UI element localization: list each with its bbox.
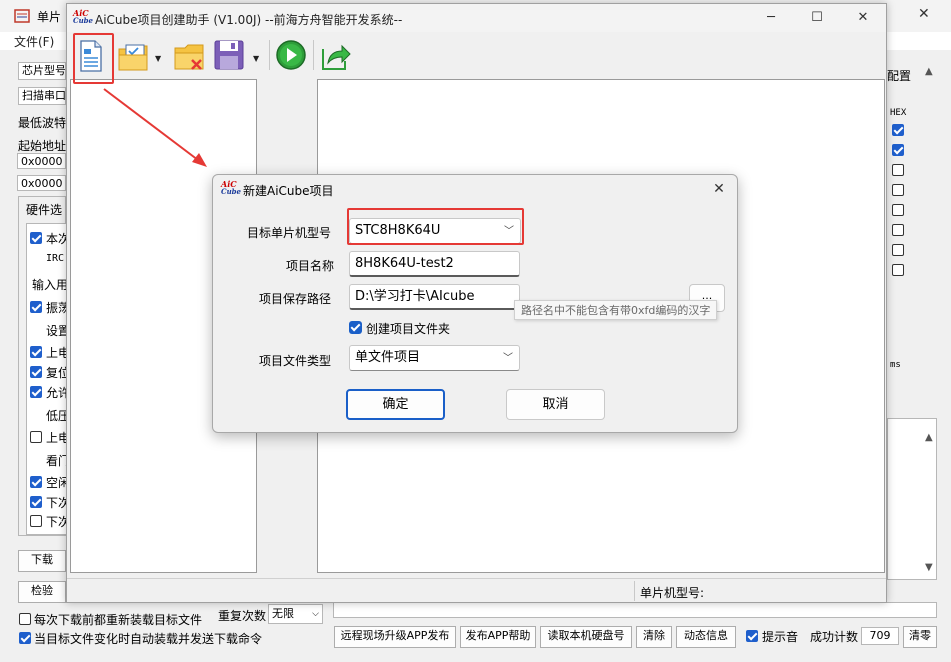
- file-type-label: 项目文件类型: [259, 354, 332, 368]
- ok-button[interactable]: 确定: [346, 389, 445, 420]
- dialog-title: 新建AiCube项目: [243, 184, 334, 198]
- project-name-label: 项目名称: [286, 259, 335, 273]
- file-type-chevron-down-icon: ﹀: [503, 353, 513, 364]
- dialog-aicube-logo-icon: AiC Cube: [221, 179, 242, 196]
- new-aicube-project-dialog: AiC Cube 新建AiCube项目 ✕ 目标单片机型号 STC8H8K64U …: [212, 174, 738, 433]
- mcu-model-label: 目标单片机型号: [247, 226, 332, 240]
- create-folder-label: 创建项目文件夹: [366, 322, 451, 336]
- file-type-select[interactable]: 单文件项目 ﹀: [349, 345, 520, 371]
- mcu-model-highlight: [347, 208, 524, 245]
- project-name-input[interactable]: 8H8K64U-test2: [349, 251, 520, 277]
- project-path-input[interactable]: D:\学习打卡\AIcube: [349, 284, 520, 310]
- dialog-titlebar: AiC Cube 新建AiCube项目 ✕: [213, 175, 737, 203]
- path-tooltip: 路径名中不能包含有带0xfd编码的汉字: [514, 300, 718, 320]
- project-path-label: 项目保存路径: [259, 292, 332, 306]
- create-folder-checkbox[interactable]: [349, 321, 362, 334]
- dialog-close-icon[interactable]: ✕: [707, 179, 731, 199]
- cancel-button[interactable]: 取消: [506, 389, 605, 420]
